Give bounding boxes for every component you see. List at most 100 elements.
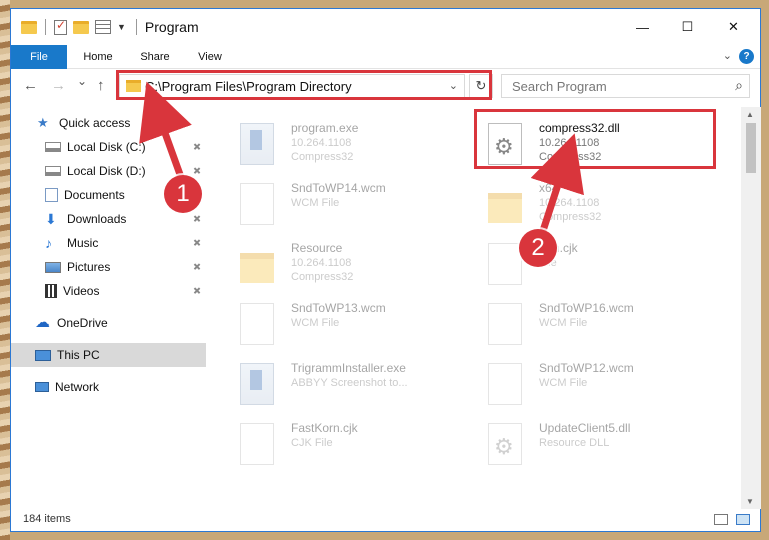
divider — [45, 19, 46, 35]
sidebar-item-label: Videos — [63, 284, 100, 298]
file-description: Compress32 — [291, 271, 354, 283]
file-description: Compress32 — [291, 151, 354, 163]
scroll-down-arrow-icon[interactable]: ▼ — [746, 497, 754, 506]
file-name: x64 — [539, 181, 559, 195]
sidebar-item-label: Documents — [64, 188, 125, 202]
sidebar-item-network[interactable]: Network — [11, 375, 206, 399]
sidebar-item-label: Downloads — [67, 212, 127, 226]
maximize-button[interactable]: ☐ — [665, 9, 710, 45]
file-type: Resource DLL — [539, 437, 610, 449]
new-folder-icon[interactable] — [73, 20, 89, 34]
file-item[interactable]: x64 10.264.1108 Compress32 — [466, 175, 706, 233]
folder-icon — [21, 20, 37, 34]
file-item[interactable]: SndToWP16.wcm WCM File — [466, 295, 706, 353]
file-item[interactable]: program.exe 10.264.1108 Compress32 — [218, 115, 458, 173]
sidebar-item-local-disk-c[interactable]: Local Disk (C:) ✚ — [11, 135, 206, 159]
file-type: WCM File — [291, 317, 340, 329]
pin-icon[interactable]: ✚ — [189, 260, 203, 274]
pin-icon[interactable]: ✚ — [189, 212, 203, 226]
recent-locations-chevron-icon[interactable]: ⌄ — [77, 74, 87, 88]
tab-view[interactable]: View — [187, 45, 233, 69]
sidebar-item-pictures[interactable]: Pictures ✚ — [11, 255, 206, 279]
file-item[interactable]: SndToWP14.wcm WCM File — [218, 175, 458, 233]
sidebar-item-videos[interactable]: Videos ✚ — [11, 279, 206, 303]
details-view-icon[interactable] — [714, 514, 728, 525]
search-input[interactable]: Search Program ⌕ — [501, 74, 750, 98]
folder-icon — [240, 253, 274, 283]
document-icon — [488, 303, 522, 345]
sidebar-item-this-pc[interactable]: This PC — [11, 343, 206, 367]
customize-toolbar-chevron-icon[interactable]: ▼ — [117, 22, 126, 32]
vertical-scrollbar[interactable]: ▲ ▼ — [741, 107, 761, 509]
file-version: 10.264.1108 — [539, 197, 600, 209]
document-icon — [240, 183, 274, 225]
document-icon — [240, 303, 274, 345]
documents-icon — [45, 188, 58, 202]
search-icon[interactable]: ⌕ — [735, 77, 743, 94]
dll-file-icon: ⚙ — [488, 423, 522, 465]
document-icon — [488, 243, 522, 285]
file-name: SndToWP12.wcm — [539, 361, 634, 375]
file-name: program.exe — [291, 121, 359, 135]
search-placeholder: Search Program — [512, 79, 607, 94]
expand-ribbon-chevron-icon[interactable]: ⌄ — [723, 49, 732, 62]
tab-share[interactable]: Share — [131, 45, 179, 69]
file-description: ABBYY Screenshot to... — [291, 377, 408, 389]
close-button[interactable]: ✕ — [711, 9, 756, 45]
file-item[interactable]: tran.cjk File — [466, 235, 706, 293]
step-1-badge: 1 — [164, 175, 202, 213]
scroll-up-arrow-icon[interactable]: ▲ — [746, 110, 754, 119]
sidebar-item-label: Network — [55, 380, 100, 394]
cloud-icon: ☁ — [35, 314, 50, 331]
file-version: 10.264.1108 — [291, 257, 352, 269]
file-item[interactable]: SndToWP12.wcm WCM File — [466, 355, 706, 413]
pictures-icon — [45, 261, 61, 273]
tab-file[interactable]: File — [11, 45, 67, 69]
sidebar-item-music[interactable]: ♪ Music ✚ — [11, 231, 206, 255]
document-icon — [488, 363, 522, 405]
tab-home[interactable]: Home — [73, 45, 123, 69]
quick-access-toolbar: ▼ Program — [21, 18, 199, 35]
file-type: WCM File — [539, 317, 588, 329]
file-item[interactable]: Resource 10.264.1108 Compress32 — [218, 235, 458, 293]
sidebar-item-label: Pictures — [67, 260, 111, 274]
ribbon-tabs: File Home Share View ⌄ ? — [11, 45, 760, 69]
address-bar-highlight — [116, 70, 492, 100]
sidebar-item-label: Local Disk (D:) — [67, 164, 146, 178]
sidebar-item-label: Quick access — [59, 116, 131, 130]
minimize-button[interactable]: — — [620, 9, 665, 45]
star-icon: ★ — [37, 115, 49, 130]
properties-check-icon[interactable] — [54, 18, 67, 35]
large-icons-view-icon[interactable] — [736, 514, 750, 525]
pin-icon[interactable]: ✚ — [189, 284, 203, 298]
file-item[interactable]: TrigrammInstaller.exe ABBYY Screenshot t… — [218, 355, 458, 413]
drive-icon — [45, 142, 61, 152]
sidebar-item-quick-access[interactable]: ★ Quick access — [11, 111, 206, 135]
file-item[interactable]: SndToWP13.wcm WCM File — [218, 295, 458, 353]
up-arrow-icon[interactable]: ↑ — [97, 77, 105, 94]
help-icon[interactable]: ? — [739, 49, 754, 64]
scroll-thumb[interactable] — [746, 123, 756, 173]
back-arrow-icon[interactable]: ← — [23, 77, 38, 94]
file-item[interactable]: FastKorn.cjk CJK File — [218, 415, 458, 473]
file-description: Compress32 — [539, 211, 602, 223]
forward-arrow-icon[interactable]: → — [51, 77, 66, 94]
sidebar-item-label: This PC — [57, 348, 100, 362]
drive-icon — [45, 166, 61, 176]
file-type: WCM File — [291, 197, 340, 209]
executable-icon — [240, 123, 274, 165]
view-options-icon[interactable] — [95, 20, 111, 34]
title-bar: ▼ Program — ☐ ✕ — [11, 9, 760, 45]
file-type: WCM File — [539, 377, 588, 389]
file-name: SndToWP16.wcm — [539, 301, 634, 315]
pin-icon[interactable]: ✚ — [189, 236, 203, 250]
sidebar-item-label: Local Disk (C:) — [67, 140, 146, 154]
sidebar-item-onedrive[interactable]: ☁ OneDrive — [11, 311, 206, 335]
file-highlight — [474, 109, 716, 169]
executable-icon — [240, 363, 274, 405]
file-version: 10.264.1108 — [291, 137, 352, 149]
divider — [135, 19, 137, 35]
pin-icon[interactable]: ✚ — [189, 140, 203, 154]
item-count: 184 items — [23, 513, 71, 525]
file-item[interactable]: ⚙ UpdateClient5.dll Resource DLL — [466, 415, 706, 473]
